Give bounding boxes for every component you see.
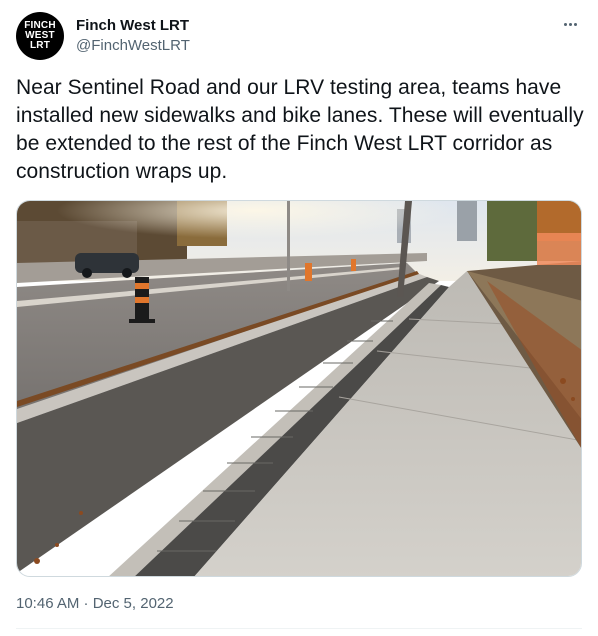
display-name[interactable]: Finch West LRT bbox=[76, 16, 190, 36]
tweet: FINCH WEST LRT Finch West LRT @FinchWest… bbox=[0, 0, 598, 636]
tweet-header: FINCH WEST LRT Finch West LRT @FinchWest… bbox=[16, 12, 582, 60]
account-names: Finch West LRT @FinchWestLRT bbox=[76, 16, 190, 56]
avatar[interactable]: FINCH WEST LRT bbox=[16, 12, 64, 60]
more-horizontal-icon[interactable] bbox=[558, 14, 582, 34]
account-handle[interactable]: @FinchWestLRT bbox=[76, 36, 190, 56]
tweet-photo[interactable] bbox=[16, 200, 582, 577]
tweet-text: Near Sentinel Road and our LRV testing a… bbox=[16, 76, 584, 183]
avatar-line-3: LRT bbox=[29, 40, 51, 51]
sidewalk-photo bbox=[17, 201, 581, 576]
divider bbox=[16, 628, 582, 629]
tweet-timestamp[interactable]: 10:46 AM · Dec 5, 2022 bbox=[16, 594, 174, 614]
